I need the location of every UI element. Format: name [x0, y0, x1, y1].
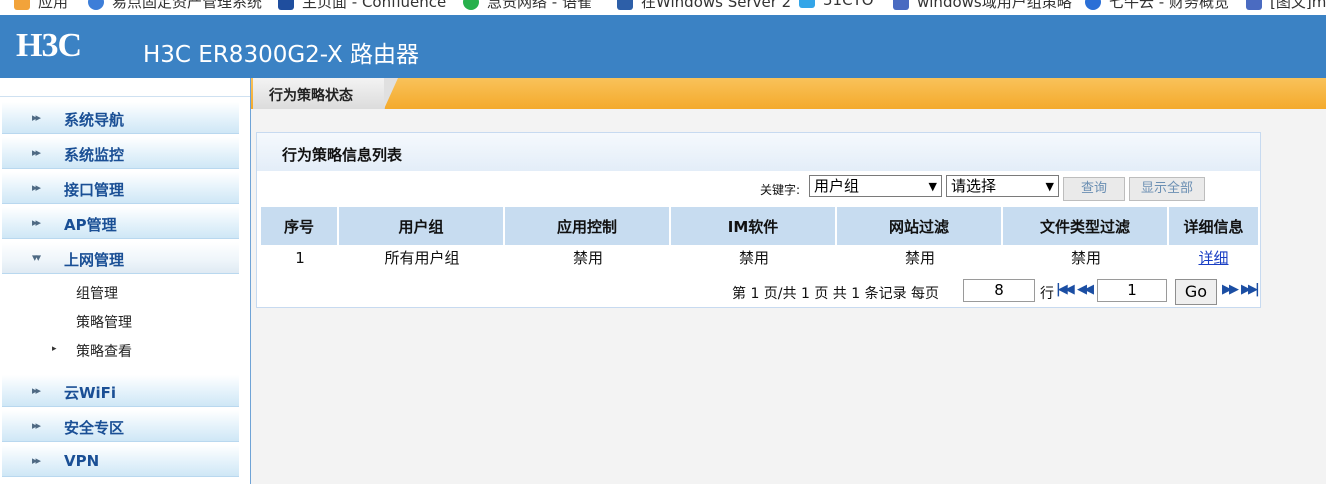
expand-arrow-icon: ▸▸	[32, 216, 41, 229]
first-page-icon[interactable]: |◀◀	[1056, 282, 1075, 297]
expand-arrow-icon: ▸▸	[32, 454, 41, 467]
bird-icon	[88, 0, 104, 10]
sidebar: ▸▸ 系统导航 ▸▸ 系统监控 ▸▸ 接口管理 ▸▸ AP管理 ▾▾ 上网管理 …	[0, 78, 251, 484]
current-marker-icon: ▸	[52, 344, 57, 354]
panel-title: 行为策略信息列表	[282, 146, 403, 164]
bookmark-confluence[interactable]: 主页面 - Confluence	[278, 0, 446, 12]
table-row: 1 所有用户组 禁用 禁用 禁用 禁用 详细	[261, 247, 1258, 269]
apps-icon	[14, 0, 30, 10]
col-index: 序号	[261, 207, 339, 245]
page-icon	[617, 0, 633, 10]
expand-arrow-icon: ▸▸	[32, 111, 41, 124]
keyword-label: 关键字:	[760, 183, 801, 197]
value-select[interactable]: 请选择 ▼	[946, 175, 1059, 197]
expand-arrow-icon: ▸▸	[32, 384, 41, 397]
tab-bar: 行为策略状态	[251, 78, 1326, 109]
dropdown-arrow-icon: ▼	[928, 180, 937, 193]
bookmark-windows-server[interactable]: 在Windows Server 2	[617, 0, 791, 12]
collapse-arrow-icon: ▾▾	[32, 251, 41, 264]
bookmark-assets[interactable]: 易点固定资产管理系统	[88, 0, 262, 12]
cell-app-control: 禁用	[572, 249, 603, 267]
expand-arrow-icon: ▸▸	[32, 419, 41, 432]
prev-page-icon[interactable]: ◀◀	[1077, 282, 1094, 297]
subitem-policy-manage[interactable]: 策略管理	[76, 312, 132, 332]
cell-file-type-filter: 禁用	[1070, 249, 1101, 267]
product-title: H3C ER8300G2-X 路由器	[143, 42, 420, 68]
go-button[interactable]: Go	[1175, 279, 1217, 305]
51cto-icon	[799, 0, 815, 8]
col-web-filter: 网站过滤	[837, 207, 1003, 245]
sidebar-item-interface[interactable]: ▸▸ 接口管理	[2, 172, 239, 204]
cell-index: 1	[295, 249, 305, 267]
show-all-button[interactable]: 显示全部	[1129, 177, 1205, 201]
top-header: H3C H3C ER8300G2-X 路由器	[0, 15, 1326, 78]
col-file-type-filter: 文件类型过滤	[1003, 207, 1169, 245]
per-page-input[interactable]: 8	[963, 279, 1035, 302]
bookmark-apps[interactable]: 应用	[14, 0, 68, 12]
cell-web-filter: 禁用	[904, 249, 935, 267]
col-app-control: 应用控制	[505, 207, 671, 245]
subitem-group-manage[interactable]: 组管理	[76, 283, 118, 303]
tab-policy-status[interactable]: 行为策略状态	[253, 78, 398, 109]
col-im-software: IM软件	[671, 207, 837, 245]
sidebar-item-system-monitor[interactable]: ▸▸ 系统监控	[2, 137, 239, 169]
pager-summary: 第 1 页/共 1 页 共 1 条记录 每页	[732, 286, 940, 302]
yuque-icon	[463, 0, 479, 10]
site-icon	[893, 0, 909, 10]
expand-arrow-icon: ▸▸	[32, 181, 41, 194]
sidebar-item-ap[interactable]: ▸▸ AP管理	[2, 207, 239, 239]
query-button[interactable]: 查询	[1063, 177, 1125, 201]
bookmark-tuwen[interactable]: [图文]m	[1246, 0, 1326, 12]
panel-header: 行为策略信息列表	[257, 133, 1260, 171]
rows-unit-label: 行	[1040, 286, 1054, 302]
confluence-icon	[278, 0, 294, 10]
cell-details: 详细	[1169, 247, 1258, 269]
subitem-policy-view[interactable]: 策略查看	[76, 341, 132, 361]
next-page-icon[interactable]: ▶▶	[1222, 282, 1239, 297]
col-details: 详细信息	[1169, 207, 1258, 245]
sidebar-item-security[interactable]: ▸▸ 安全专区	[2, 410, 239, 442]
qiniu-icon	[1085, 0, 1101, 10]
h3c-logo: H3C	[16, 27, 82, 64]
dropdown-arrow-icon: ▼	[1045, 180, 1054, 193]
sidebar-item-internet[interactable]: ▾▾ 上网管理	[2, 242, 239, 274]
sidebar-item-cloud-wifi[interactable]: ▸▸ 云WiFi	[2, 375, 239, 407]
search-row: 关键字: 用户组 ▼ 请选择 ▼ 查询 显示全部	[257, 173, 1260, 205]
last-page-icon[interactable]: ▶▶|	[1241, 282, 1260, 297]
bookmarks-bar: 应用 易点固定资产管理系统 主页面 - Confluence 急责网络 - 语雀…	[0, 0, 1326, 15]
page-number-input[interactable]: 1	[1097, 279, 1167, 302]
cell-user-group: 所有用户组	[384, 249, 460, 267]
bookmark-yuque[interactable]: 急责网络 - 语雀	[463, 0, 592, 12]
expand-arrow-icon: ▸▸	[32, 146, 41, 159]
field-select[interactable]: 用户组 ▼	[809, 175, 942, 197]
details-link[interactable]: 详细	[1198, 249, 1228, 267]
bookmark-qiniu[interactable]: 七牛云 - 财务概览	[1085, 0, 1229, 12]
pagination: 第 1 页/共 1 页 共 1 条记录 每页 8 行 |◀◀ ◀◀ 1 Go ▶…	[257, 277, 1260, 307]
col-user-group: 用户组	[339, 207, 505, 245]
table-header: 序号 用户组 应用控制 IM软件 网站过滤 文件类型过滤 详细信息	[261, 207, 1258, 245]
cell-im-software: 禁用	[738, 249, 769, 267]
policy-list-panel: 行为策略信息列表 关键字: 用户组 ▼ 请选择 ▼ 查询 显示全部 序号 用户组…	[256, 132, 1261, 308]
bookmark-51cto[interactable]: 51CTO	[799, 0, 874, 9]
sidebar-item-system-nav[interactable]: ▸▸ 系统导航	[2, 102, 239, 134]
sidebar-divider	[0, 96, 250, 97]
sidebar-item-vpn[interactable]: ▸▸ VPN	[2, 445, 239, 477]
site-icon	[1246, 0, 1262, 10]
main-content: 行为策略信息列表 关键字: 用户组 ▼ 请选择 ▼ 查询 显示全部 序号 用户组…	[251, 109, 1326, 484]
bookmark-windows-domain[interactable]: windows域用户组策略	[893, 0, 1072, 12]
